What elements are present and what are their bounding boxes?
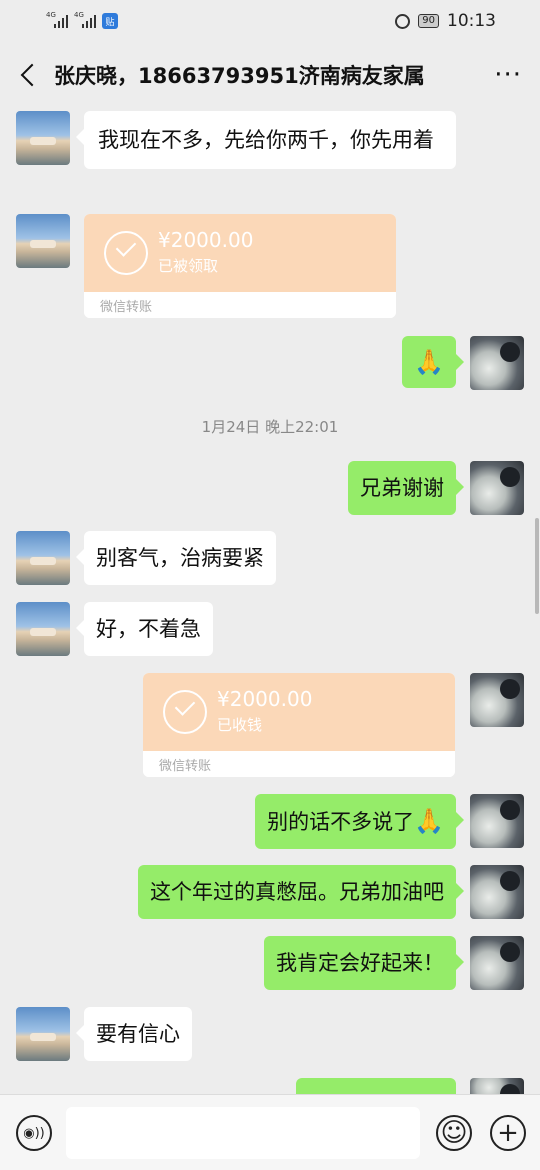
message-bubble[interactable]: 我现在不多，先给你两千，你先用着 (76, 111, 456, 169)
signal-label: 4G (46, 11, 56, 19)
transfer-card[interactable]: ¥2000.00 已收钱 微信转账 (143, 673, 455, 777)
avatar[interactable] (470, 794, 524, 848)
app-notification-icon: 贴 (102, 13, 118, 29)
transfer-footer: 微信转账 (143, 751, 455, 777)
avatar[interactable] (16, 531, 70, 585)
status-right: 90 10:13 (395, 11, 496, 31)
avatar[interactable] (470, 336, 524, 390)
avatar[interactable] (470, 865, 524, 919)
message-bubble[interactable]: 别客气，治病要紧 (76, 531, 276, 585)
transfer-card[interactable]: ¥2000.00 已被领取 微信转账 (84, 214, 396, 318)
avatar[interactable] (470, 461, 524, 515)
message-bubble[interactable]: 兄弟谢谢 (348, 461, 464, 515)
transfer-amount: ¥2000.00 (217, 687, 313, 711)
transfer-footer: 微信转账 (84, 292, 396, 318)
message-bubble[interactable]: 要有信心 (76, 1007, 192, 1061)
chat-title: 张庆晓，18663793951济南病友家属 (54, 64, 425, 88)
status-bar: 4G 4G 贴 90 10:13 (0, 0, 540, 42)
status-time: 10:13 (447, 11, 496, 31)
avatar[interactable] (470, 936, 524, 990)
scrollbar[interactable] (535, 518, 539, 614)
avatar[interactable] (16, 111, 70, 165)
time-separator: 1月24日 晚上22:01 (201, 418, 339, 436)
emoji-icon[interactable]: ☺ (436, 1115, 472, 1151)
more-options-icon[interactable]: ··· (494, 60, 522, 90)
check-circle-icon (163, 690, 207, 734)
signal-icon: 4G (46, 11, 68, 28)
status-left: 4G 4G 贴 (46, 11, 118, 29)
input-bar: ◉)) ☺ + (0, 1094, 540, 1170)
message-bubble[interactable]: 好，不着急 (76, 602, 213, 656)
message-bubble[interactable]: 我肯定会好起来！ (264, 936, 464, 990)
check-circle-icon (104, 231, 148, 275)
avatar[interactable] (16, 214, 70, 268)
transfer-amount: ¥2000.00 (158, 228, 254, 252)
avatar[interactable] (470, 673, 524, 727)
message-bubble[interactable]: 🙏 (402, 336, 464, 388)
transfer-card-top: ¥2000.00 已被领取 (84, 214, 396, 292)
message-text: 别的话不多说了 (267, 810, 415, 834)
message-bubble[interactable]: 别的话不多说了🙏 (255, 794, 464, 849)
alarm-icon (395, 13, 411, 29)
message-input[interactable] (66, 1107, 420, 1159)
message-bubble[interactable]: 这个年过的真憋屈。兄弟加油吧 (138, 865, 464, 919)
transfer-status: 已被领取 (158, 257, 219, 275)
plus-icon[interactable]: + (490, 1115, 526, 1151)
battery-icon: 90 (418, 14, 439, 28)
avatar[interactable] (470, 1078, 524, 1094)
signal-icon: 4G (74, 11, 96, 28)
signal-label: 4G (74, 11, 84, 19)
transfer-status: 已收钱 (217, 716, 263, 734)
transfer-card-top: ¥2000.00 已收钱 (143, 673, 455, 751)
back-arrow-icon[interactable] (18, 64, 40, 86)
avatar[interactable] (16, 1007, 70, 1061)
voice-icon[interactable]: ◉)) (16, 1115, 52, 1151)
message-bubble-partial[interactable] (296, 1078, 456, 1094)
pray-emoji: 🙏 (414, 807, 444, 835)
avatar[interactable] (16, 602, 70, 656)
chat-header: 张庆晓，18663793951济南病友家属 ··· (0, 42, 540, 108)
